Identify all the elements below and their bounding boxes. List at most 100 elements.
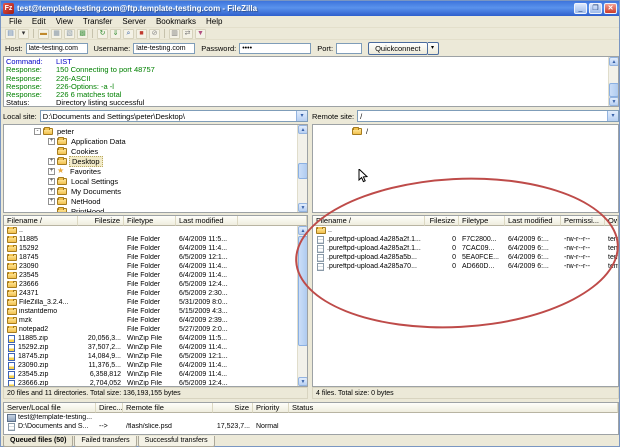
password-input[interactable]	[239, 43, 311, 54]
column-header-filename[interactable]: Filename /	[4, 216, 78, 226]
column-header-last-modified[interactable]: Last modified	[505, 216, 561, 226]
file-row[interactable]: 23666File Folder6/5/2009 12:4...	[4, 280, 307, 289]
file-row[interactable]: FileZilla_3.2.4...File Folder5/31/2009 8…	[4, 298, 307, 307]
local-treeview-toggle-icon[interactable]: ▦	[51, 29, 62, 39]
column-header-direc-[interactable]: Direc...	[96, 403, 123, 413]
scroll-down-icon[interactable]: ▼	[609, 97, 619, 106]
local-site-combobox[interactable]: D:\Documents and Settings\peter\Desktop\…	[40, 110, 308, 122]
quickconnect-button[interactable]: Quickconnect	[368, 42, 427, 55]
menu-item-server[interactable]: Server	[117, 17, 151, 26]
expand-icon[interactable]: +	[48, 158, 55, 165]
column-header-owner-[interactable]: Owner/...	[605, 216, 618, 226]
transfer-queue-toggle-icon[interactable]: ▩	[77, 29, 88, 39]
refresh-icon[interactable]: ↻	[97, 29, 108, 39]
menu-item-view[interactable]: View	[51, 17, 78, 26]
scroll-up-icon[interactable]: ▲	[298, 226, 308, 235]
message-log-toggle-icon[interactable]: ▬	[38, 29, 49, 39]
file-row[interactable]: 23545File Folder6/4/2009 11:4...	[4, 271, 307, 280]
synchronized-browsing-icon[interactable]: ⇄	[182, 29, 193, 39]
expand-icon[interactable]: +	[48, 198, 55, 205]
expand-icon[interactable]: +	[48, 138, 55, 145]
column-header-filesize[interactable]: Filesize	[425, 216, 459, 226]
file-row[interactable]: 23666.zip2,704,052WinZip File6/5/2009 12…	[4, 379, 307, 387]
file-row[interactable]: .pureftpd-upload.4a285a2f.1...0F7C2800..…	[313, 235, 618, 244]
file-row[interactable]: notepad2File Folder5/27/2009 2:0...	[4, 325, 307, 334]
tab-queued-files-50-[interactable]: Queued files (50)	[3, 436, 73, 447]
file-row[interactable]: ..	[4, 226, 307, 235]
username-input[interactable]	[133, 43, 195, 54]
scroll-down-icon[interactable]: ▼	[298, 203, 308, 212]
file-row[interactable]: 18745File Folder6/5/2009 12:1...	[4, 253, 307, 262]
column-header-filetype[interactable]: Filetype	[124, 216, 176, 226]
queue-row[interactable]: D:\Documents and S...-->/flash/slice.psd…	[4, 422, 618, 431]
column-header-filesize[interactable]: Filesize	[78, 216, 124, 226]
host-input[interactable]	[26, 43, 88, 54]
column-header-status[interactable]: Status	[289, 403, 618, 413]
file-row[interactable]: 11885.zip20,056,3...WinZip File6/4/2009 …	[4, 334, 307, 343]
remote-site-combobox[interactable]: / ▾	[357, 110, 619, 122]
column-header-filetype[interactable]: Filetype	[459, 216, 505, 226]
tree-item-peter[interactable]: -peter	[4, 126, 307, 136]
chevron-down-icon[interactable]: ▾	[296, 111, 307, 121]
tab-failed-transfers[interactable]: Failed transfers	[74, 436, 136, 447]
expand-icon[interactable]: +	[48, 178, 55, 185]
scroll-up-icon[interactable]: ▲	[609, 57, 619, 66]
remote-treeview-toggle-icon[interactable]: ▧	[64, 29, 75, 39]
file-row[interactable]: 23090.zip11,376,5...WinZip File6/4/2009 …	[4, 361, 307, 370]
process-queue-icon[interactable]: ⇓	[110, 29, 121, 39]
file-row[interactable]: mzkFile Folder6/4/2009 2:39...	[4, 316, 307, 325]
column-header-remote-file[interactable]: Remote file	[123, 403, 213, 413]
file-row[interactable]: 15292File Folder6/4/2009 11:4...	[4, 244, 307, 253]
file-row[interactable]: instantdemoFile Folder5/15/2009 4:3...	[4, 307, 307, 316]
tree-item-nethood[interactable]: +NetHood	[4, 196, 307, 206]
file-row[interactable]: 15292.zip37,507,2...WinZip File6/4/2009 …	[4, 343, 307, 352]
site-manager-dropdown-icon[interactable]: ▾	[18, 29, 29, 39]
maximize-button[interactable]: ❐	[589, 3, 602, 14]
directory-comparison-icon[interactable]: ▥	[169, 29, 180, 39]
site-manager-icon[interactable]: ▤	[5, 29, 16, 39]
tree-item--[interactable]: /	[313, 126, 618, 136]
queue-row[interactable]: test@template-testing...	[4, 413, 618, 422]
file-row[interactable]: 23090File Folder6/4/2009 11:4...	[4, 262, 307, 271]
file-row[interactable]: 23545.zip6,358,812WinZip File6/4/2009 11…	[4, 370, 307, 379]
local-tree-scrollbar[interactable]: ▲ ▼	[297, 125, 307, 212]
tree-item-cookies[interactable]: Cookies	[4, 146, 307, 156]
file-row[interactable]: .pureftpd-upload.4a285a70...0AD660D...6/…	[313, 262, 618, 271]
tree-item-favorites[interactable]: +★Favorites	[4, 166, 307, 176]
tab-successful-transfers[interactable]: Successful transfers	[138, 436, 215, 447]
column-header-last-modified[interactable]: Last modified	[176, 216, 238, 226]
scroll-up-icon[interactable]: ▲	[298, 125, 308, 134]
column-header-filename[interactable]: Filename /	[313, 216, 425, 226]
cancel-icon[interactable]: ■	[136, 29, 147, 39]
disconnect-icon[interactable]: ⊘	[149, 29, 160, 39]
column-header-size[interactable]: Size	[213, 403, 253, 413]
expand-icon[interactable]: +	[48, 168, 55, 175]
expand-icon[interactable]: +	[48, 188, 55, 195]
menu-item-bookmarks[interactable]: Bookmarks	[151, 17, 201, 26]
port-input[interactable]	[336, 43, 362, 54]
column-header-server-local-file[interactable]: Server/Local file	[4, 403, 96, 413]
file-row[interactable]: 24371File Folder6/5/2009 2:30...	[4, 289, 307, 298]
file-row[interactable]: 11885File Folder6/4/2009 11:5...	[4, 235, 307, 244]
close-button[interactable]: ✕	[604, 3, 617, 14]
log-scrollbar[interactable]: ▲ ▼	[608, 57, 618, 106]
tree-item-application-data[interactable]: +Application Data	[4, 136, 307, 146]
menu-item-file[interactable]: File	[4, 17, 27, 26]
file-row[interactable]: ..	[313, 226, 618, 235]
tree-item-my-documents[interactable]: +My Documents	[4, 186, 307, 196]
chevron-down-icon[interactable]: ▾	[607, 111, 618, 121]
filter-icon[interactable]: ▼	[195, 29, 206, 39]
collapse-icon[interactable]: -	[34, 128, 41, 135]
column-header-permissi-[interactable]: Permissi...	[561, 216, 605, 226]
scroll-down-icon[interactable]: ▼	[298, 377, 308, 386]
tree-item-printhood[interactable]: PrintHood	[4, 206, 307, 213]
menu-item-help[interactable]: Help	[201, 17, 227, 26]
menu-item-transfer[interactable]: Transfer	[78, 17, 118, 26]
file-row[interactable]: .pureftpd-upload.4a285a2f.1...07CAC09...…	[313, 244, 618, 253]
tree-item-desktop[interactable]: +Desktop	[4, 156, 307, 166]
find-files-icon[interactable]: ⌕	[123, 29, 134, 39]
quickconnect-dropdown-icon[interactable]: ▾	[428, 42, 439, 55]
file-row[interactable]: 18745.zip14,084,9...WinZip File6/5/2009 …	[4, 352, 307, 361]
column-header-priority[interactable]: Priority	[253, 403, 289, 413]
menu-item-edit[interactable]: Edit	[27, 17, 51, 26]
